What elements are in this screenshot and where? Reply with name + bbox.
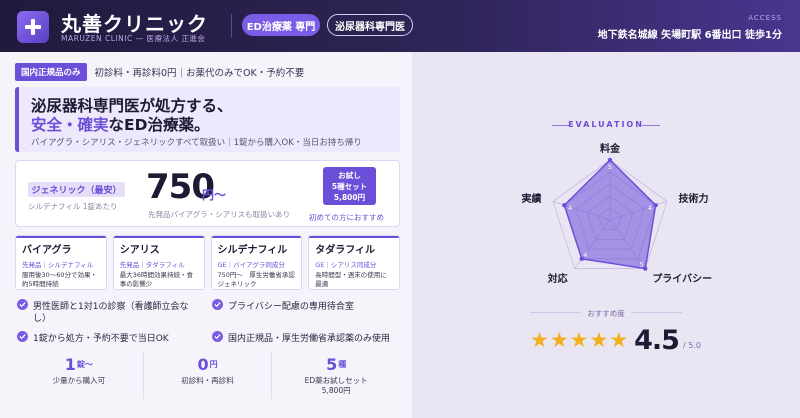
site-header: 丸善クリニック MARUZEN CLINIC — 医療法人 正進会 ED治療薬 …	[0, 0, 800, 52]
radar-data-area	[563, 158, 657, 270]
right-panel: EVALUATION 5 料金 4 技術力 5 プライバシー 4 対応 4 実績 おすすめ度 ★ ★…	[412, 52, 800, 418]
radar-point	[607, 157, 613, 163]
generic-label: ジェネリック（最安）	[28, 182, 125, 197]
feature-item: 国内正規品・厚生労働省承認薬のみ使用	[212, 331, 390, 344]
check-icon	[17, 299, 28, 310]
hero-headline-2: 安全・確実なED治療薬。	[31, 113, 209, 135]
clinic-logo-icon[interactable]	[17, 11, 49, 43]
medicine-card-tadalafil[interactable]: タダラフィル GE｜シアリス同成分 長時間型・週末の使用に最適	[308, 235, 400, 290]
radar-value-label: 4	[583, 251, 587, 259]
feature-text-wrap: し）	[33, 314, 52, 324]
badge-bar: 国内正規品のみ 初診料・再診料0円｜お薬代のみでOK・予約不要	[15, 63, 304, 81]
star-icon: ★	[530, 327, 549, 352]
star-icon: ★	[589, 327, 609, 352]
medicine-card-cialis[interactable]: シアリス 先発品｜タダラフィル 最大36時間効果持続・食事の影響少	[112, 235, 205, 290]
check-icon	[212, 299, 223, 310]
medicine-desc: 750円〜 厚生労働省承認ジェネリック	[217, 271, 295, 288]
radar-value-label: 4	[648, 204, 652, 212]
star-rating: ★ ★ ★ ★ ★	[530, 327, 629, 352]
feature-text: 1錠から処方・予約不要で当日OK	[33, 334, 169, 344]
access-label: ACCESS	[748, 14, 782, 22]
trial-note: 初めての方におすすめ	[309, 213, 384, 222]
medicine-type: GE｜バイアグラ同成分	[217, 261, 285, 269]
badge-text: 初診料・再診料0円｜お薬代のみでOK・予約不要	[94, 68, 305, 79]
stat-value: 1	[64, 355, 76, 374]
radar-axis-label: 料金	[600, 142, 621, 155]
star-icon: ★	[609, 327, 629, 352]
feature-text: プライバシー配慮の専用待合室	[228, 302, 354, 312]
feature-item: プライバシー配慮の専用待合室	[212, 299, 354, 312]
medicine-type: GE｜シアリス同成分	[315, 261, 377, 269]
rating-max: / 5.0	[682, 340, 701, 350]
check-icon	[17, 331, 28, 342]
rating-score: 4.5	[634, 324, 680, 356]
radar-axis-label: 対応	[547, 272, 568, 285]
recommend-label: おすすめ度	[581, 309, 631, 318]
medicine-name: シアリス	[119, 245, 160, 256]
medicine-name: シルデナフィル	[217, 245, 288, 256]
hero-accent: 安全・確実	[31, 116, 109, 134]
medicine-card-viagra[interactable]: バイアグラ 先発品｜シルデナフィル 服用後30〜60分で効果・約5時間持続	[15, 235, 107, 290]
stats-row: 1錠〜 少量から購入可 0円 初診料・再診料 5種 ED薬お試しセット 5,80…	[15, 352, 400, 399]
left-panel: 国内正規品のみ 初診料・再診料0円｜お薬代のみでOK・予約不要 泌尿器科専門医が…	[0, 52, 412, 418]
price-box: ジェネリック（最安） シルデナフィル 1錠あたり 750 円〜 先発品バイアグラ…	[15, 160, 400, 227]
stat-item: 0円 初診料・再診料	[144, 352, 273, 399]
price-unit: 円〜	[202, 188, 227, 202]
star-icon: ★	[569, 327, 589, 352]
access-text: 地下鉄名城線 矢場町駅 6番出口 徒歩1分	[597, 30, 782, 41]
medicine-desc: 長時間型・週末の使用に最適	[315, 271, 387, 288]
radar-point	[653, 202, 658, 208]
cross-plus-icon	[25, 19, 41, 35]
generic-subtext: シルデナフィル 1錠あたり	[28, 202, 118, 211]
medicine-name: タダラフィル	[315, 245, 376, 256]
trial-line: お試し	[338, 171, 361, 180]
medicine-type: 先発品｜シルデナフィル	[22, 261, 94, 269]
stat-label: 初診料・再診料	[181, 376, 234, 385]
stat-item: 5種 ED薬お試しセット 5,800円	[272, 352, 400, 399]
rating-row: ★ ★ ★ ★ ★ 4.5 / 5.0	[530, 324, 701, 356]
radar-value-label: 4	[568, 204, 572, 212]
medicine-card-sildenafil[interactable]: シルデナフィル GE｜バイアグラ同成分 750円〜 厚生労働省承認ジェネリック	[210, 235, 303, 290]
radar-value-label: 5	[608, 163, 612, 171]
evaluation-title: EVALUATION	[568, 120, 644, 129]
hero-box: 泌尿器科専門医が処方する、 安全・確実なED治療薬。 バイアグラ・シアリス・ジェ…	[15, 87, 400, 152]
stat-unit: 種	[338, 360, 347, 369]
radar-axis-label: 実績	[522, 192, 542, 205]
stat-unit: 円	[209, 360, 218, 369]
price-note: 先発品バイアグラ・シアリスも取扱いあり	[148, 210, 291, 219]
urology-specialty-tag[interactable]: 泌尿器科専門医	[327, 14, 413, 36]
trial-set-button[interactable]: お試し 5種セット 5,800円	[323, 167, 376, 205]
stat-label: 少量から購入可	[52, 376, 106, 385]
ed-specialty-tag[interactable]: ED治療薬 専門	[242, 14, 320, 36]
feature-text: 国内正規品・厚生労働省承認薬のみ使用	[228, 334, 391, 344]
hero-description: バイアグラ・シアリス・ジェネリックすべて取扱い｜1錠から購入OK・当日お持ち帰り	[31, 138, 362, 148]
feature-item: 1錠から処方・予約不要で当日OK	[17, 331, 169, 344]
stat-value: 5	[326, 355, 338, 374]
medicine-desc: 最大36時間効果持続・食事の影響少	[119, 271, 194, 288]
brand-subtitle: MARUZEN CLINIC — 医療法人 正進会	[61, 34, 206, 43]
stat-unit: 錠〜	[76, 360, 93, 369]
medicine-type: 先発品｜タダラフィル	[119, 261, 185, 269]
feature-text: 男性医師と1対1の診察（看護師立会な	[33, 302, 189, 312]
medicine-name: バイアグラ	[22, 245, 72, 256]
stat-value: 0	[197, 355, 209, 374]
hero-headline-rest: なED治療薬。	[108, 116, 210, 134]
header-divider	[231, 14, 232, 38]
radar-value-label: 5	[640, 261, 644, 269]
evaluation-radar-chart: 5 料金 4 技術力 5 プライバシー 4 対応 4 実績	[522, 142, 713, 285]
stat-item: 1錠〜 少量から購入可	[15, 352, 144, 399]
radar-axis-label: 技術力	[678, 192, 708, 205]
radar-point	[562, 202, 567, 208]
check-icon	[212, 331, 223, 342]
trial-line: 5種セット	[331, 182, 368, 191]
trial-line: 5,800円	[333, 193, 366, 202]
title-rule	[642, 125, 660, 126]
medicine-cards: バイアグラ 先発品｜シルデナフィル 服用後30〜60分で効果・約5時間持続 シア…	[15, 235, 400, 290]
radar-axis-label: プライバシー	[652, 272, 712, 285]
stat-label: ED薬お試しセット 5,800円	[304, 376, 368, 395]
star-icon: ★	[549, 327, 569, 352]
genuine-only-badge: 国内正規品のみ	[15, 63, 87, 81]
medicine-desc: 服用後30〜60分で効果・約5時間持続	[22, 271, 98, 288]
